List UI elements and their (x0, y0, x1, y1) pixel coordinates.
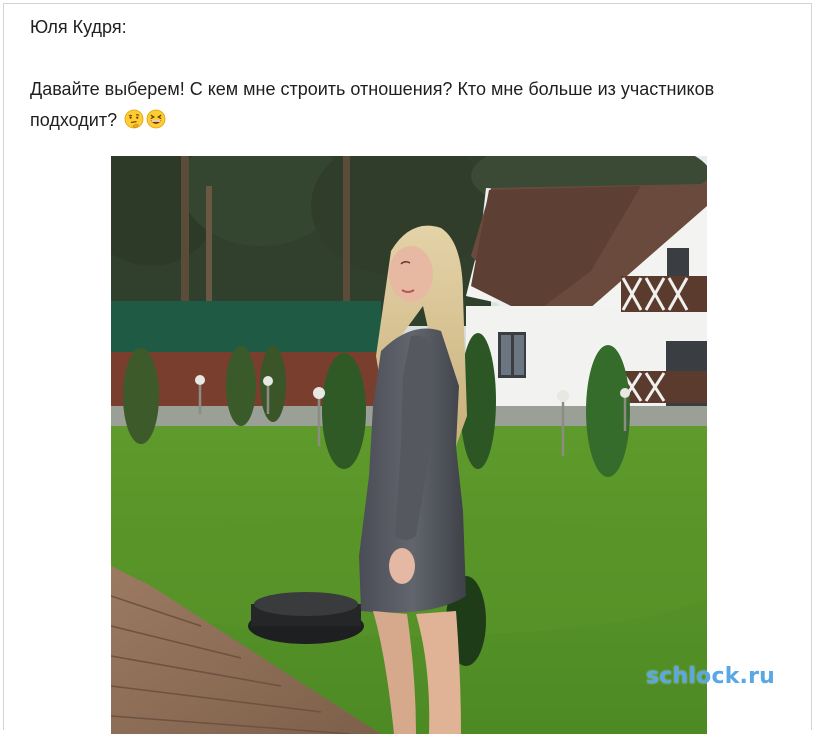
post-author: Юля Кудря: (30, 17, 127, 37)
grinning-squinting-face-icon (146, 108, 166, 139)
post-message: Давайте выберем! С кем мне строить отнош… (30, 74, 800, 139)
photo-image (111, 156, 707, 734)
post-body: Юля Кудря: Давайте выберем! С кем мне ст… (30, 12, 800, 139)
watermark: schlock.ru (646, 664, 775, 689)
post-photo[interactable] (111, 156, 707, 734)
thinking-face-icon (124, 108, 144, 139)
